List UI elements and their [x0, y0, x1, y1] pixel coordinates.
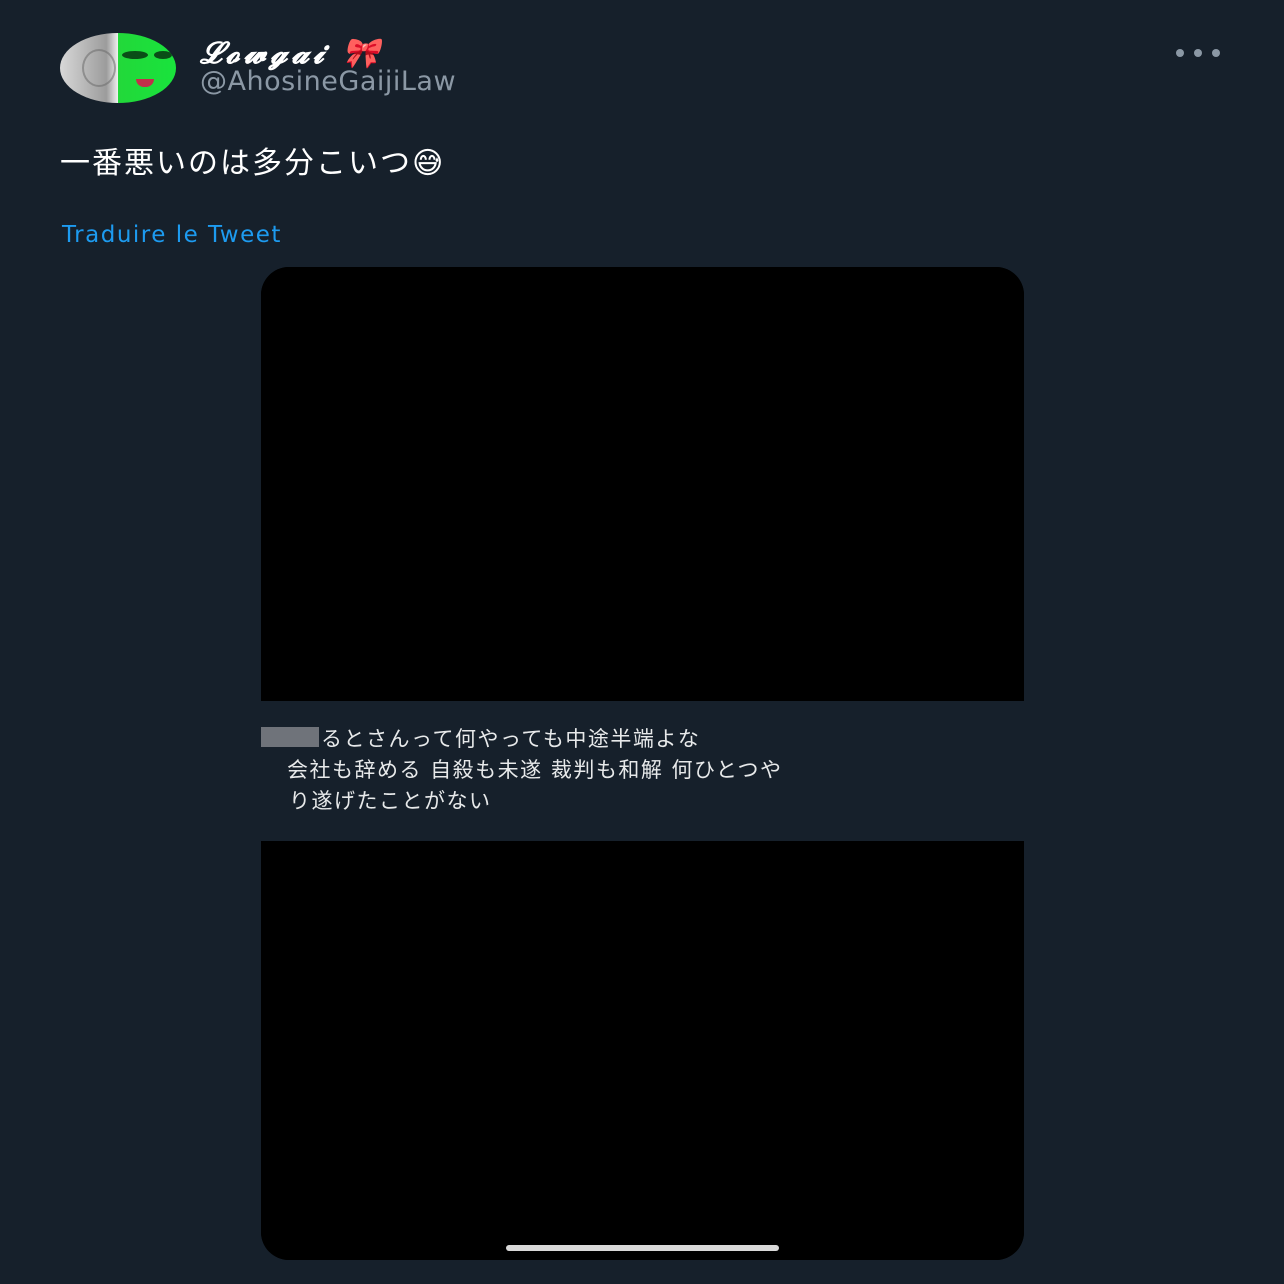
- caption-line-2: 会社も辞める 自殺も未遂 裁判も和解 何ひとつや: [287, 758, 783, 782]
- tweet: 𝓛𝓸𝔀𝓰𝓪𝓲 🎀 @AhosineGaijiLaw 一番悪いのは多分こいつ😅 T…: [0, 0, 1284, 1284]
- caption-line-3: り遂げたことがない: [289, 789, 492, 813]
- avatar-eye-right: [154, 51, 172, 59]
- more-dot: [1212, 49, 1220, 57]
- user-handle[interactable]: @AhosineGaijiLaw: [200, 66, 456, 97]
- media-dark-region-top: [261, 267, 1024, 701]
- translate-tweet-link[interactable]: Traduire le Tweet: [62, 222, 282, 248]
- censored-name-box: [261, 727, 319, 747]
- tweet-text: 一番悪いのは多分こいつ😅: [60, 146, 446, 181]
- home-indicator-bar: [506, 1245, 779, 1251]
- more-dot: [1194, 49, 1202, 57]
- more-horizontal-icon[interactable]: [1176, 46, 1220, 60]
- media-dark-region-bottom: [261, 841, 1024, 1260]
- more-dot: [1176, 49, 1184, 57]
- avatar-face-sketch: [82, 49, 116, 87]
- avatar-mouth: [136, 79, 154, 87]
- media-caption: るとさんって何やっても中途半端よな 会社も辞める 自殺も未遂 裁判も和解 何ひと…: [261, 701, 1024, 841]
- avatar[interactable]: [60, 33, 176, 103]
- tweet-media-image[interactable]: るとさんって何やっても中途半端よな 会社も辞める 自殺も未遂 裁判も和解 何ひと…: [261, 267, 1024, 1260]
- avatar-eye-left: [122, 51, 148, 59]
- caption-line-1: るとさんって何やっても中途半端よな: [321, 727, 701, 751]
